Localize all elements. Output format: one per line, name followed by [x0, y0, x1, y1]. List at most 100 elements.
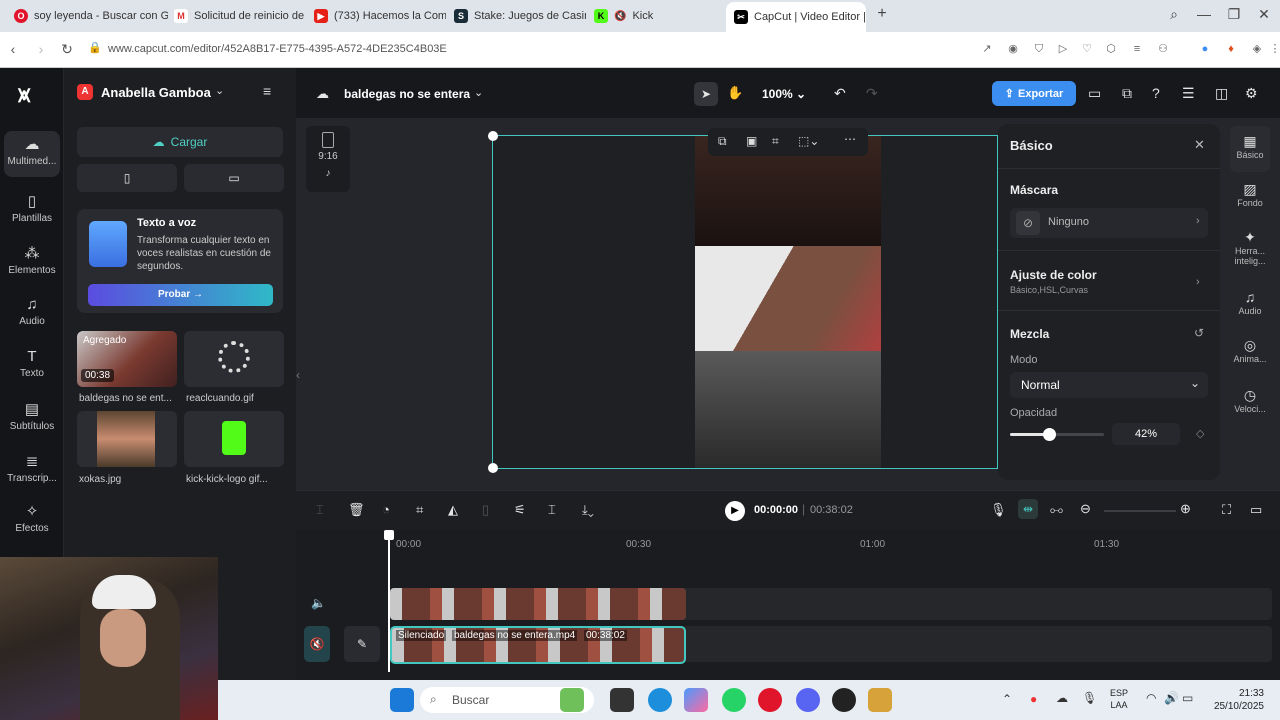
hand-tool-icon[interactable]: ✋: [727, 85, 743, 101]
layers-icon[interactable]: ☰: [1182, 85, 1195, 102]
edge-icon[interactable]: [648, 688, 672, 712]
redo-icon[interactable]: ↷: [866, 85, 878, 102]
resize-handle[interactable]: [488, 131, 498, 141]
new-tab-button[interactable]: +: [872, 5, 892, 23]
download-icon[interactable]: ⤓⌄: [582, 502, 594, 518]
browser-tab[interactable]: K 🔇 Kick: [586, 4, 724, 28]
opacity-input[interactable]: 42%: [1112, 423, 1180, 445]
more-options-icon[interactable]: ⋯: [844, 132, 856, 146]
opacity-slider-knob[interactable]: [1043, 428, 1057, 441]
muted-icon[interactable]: 🔇: [304, 626, 330, 662]
language-indicator[interactable]: ESP LAA: [1110, 687, 1128, 711]
restore-icon[interactable]: ❐: [1224, 6, 1244, 23]
nav-item-templates[interactable]: ▯ Plantillas: [0, 192, 64, 224]
shield-icon[interactable]: ⛉: [1032, 42, 1046, 56]
reset-icon[interactable]: ↺: [1194, 326, 1204, 340]
export-button[interactable]: ⇪ Exportar: [992, 81, 1076, 106]
back-icon[interactable]: ‹: [4, 41, 22, 57]
fit-timeline-icon[interactable]: ⛶: [1222, 502, 1231, 518]
clock[interactable]: 21:33 25/10/2025: [1208, 687, 1264, 713]
app-icon[interactable]: [868, 688, 892, 712]
browser-tab-active[interactable]: ✂ CapCut | Video Editor | All: [726, 2, 866, 32]
file-explorer-icon[interactable]: [610, 688, 634, 712]
media-settings-icon[interactable]: ⧉: [1122, 85, 1132, 102]
delete-icon[interactable]: 🗑: [348, 502, 365, 518]
record-screen-button[interactable]: ▭: [184, 164, 284, 192]
upload-button[interactable]: ☁ Cargar: [77, 127, 283, 157]
windows-start-icon[interactable]: [390, 688, 414, 712]
layout-icon[interactable]: ◫: [1215, 85, 1228, 102]
crop-icon[interactable]: ⌗: [772, 134, 779, 149]
zoom-slider[interactable]: [1104, 510, 1176, 512]
tab-speed[interactable]: ◷ Veloci...: [1228, 388, 1272, 414]
camera-icon[interactable]: ◉: [1006, 42, 1020, 56]
edit-icon[interactable]: ✎: [344, 626, 380, 662]
crop-icon[interactable]: ⌗: [416, 502, 423, 518]
tab-background[interactable]: ▨ Fondo: [1228, 182, 1272, 208]
split-icon[interactable]: ⌶: [316, 502, 324, 518]
obs-icon[interactable]: [832, 688, 856, 712]
promo-try-button[interactable]: Probar →: [88, 284, 273, 306]
widget-icon[interactable]: [560, 688, 584, 712]
tab-basic[interactable]: ▦ Básico: [1228, 134, 1272, 160]
link-icon[interactable]: ⧟: [1050, 502, 1063, 518]
box-icon[interactable]: ◈: [1250, 42, 1264, 56]
forward-icon[interactable]: ›: [32, 41, 50, 57]
close-icon[interactable]: ✕: [1194, 137, 1205, 153]
account-name[interactable]: Anabella Gamboa: [101, 85, 211, 100]
help-icon[interactable]: ?: [1152, 85, 1160, 101]
playhead-handle[interactable]: [384, 530, 394, 540]
mask-select[interactable]: ⊘ Ninguno ›: [1010, 208, 1208, 238]
copilot-icon[interactable]: [684, 688, 708, 712]
monitor-icon[interactable]: ▭: [1088, 85, 1101, 102]
caption-icon[interactable]: ▭: [1250, 502, 1262, 518]
zoom-select[interactable]: 100% ⌄: [762, 87, 806, 101]
nav-item-elements[interactable]: ⁂ Elementos: [0, 244, 64, 276]
zoom-in-icon[interactable]: ⊕: [1180, 501, 1191, 517]
color-adjust-label[interactable]: Ajuste de color: [1010, 268, 1097, 282]
discord-icon[interactable]: [796, 688, 820, 712]
heart-icon[interactable]: ♡: [1080, 42, 1094, 56]
chevron-right-icon[interactable]: ›: [1196, 276, 1200, 288]
opacity-slider[interactable]: [1010, 428, 1104, 441]
tab-smart-tools[interactable]: ✦ Herra... intelig...: [1228, 230, 1272, 266]
play-icon[interactable]: ▷: [1056, 42, 1070, 56]
fit-icon[interactable]: ▣: [746, 134, 757, 148]
nav-item-audio[interactable]: ♫ Audio: [0, 296, 64, 327]
close-window-icon[interactable]: ✕: [1254, 6, 1274, 23]
nav-item-media[interactable]: ☁ Multimed...: [4, 131, 60, 177]
collapse-panel-handle-icon[interactable]: ‹: [296, 368, 300, 382]
cube-icon[interactable]: ⬡: [1104, 42, 1118, 56]
select-tool-icon[interactable]: ➤: [694, 82, 718, 106]
browser-tab[interactable]: M Solicitud de reinicio de co: [166, 4, 306, 28]
wifi-icon[interactable]: ◠: [1146, 691, 1156, 705]
microphone-icon[interactable]: 🎙: [990, 502, 1007, 518]
aspect-ratio-selector[interactable]: 9:16 ♪: [306, 126, 350, 192]
mic-tray-icon[interactable]: 🎙: [1082, 691, 1097, 705]
minimize-icon[interactable]: —: [1194, 6, 1214, 22]
speaker-icon[interactable]: 🔊: [1164, 691, 1179, 705]
freeze-icon[interactable]: ▯: [482, 502, 489, 518]
more-icon[interactable]: ⋮: [1268, 42, 1280, 56]
extension-icon[interactable]: ●: [1198, 42, 1212, 56]
selected-timeline-clip[interactable]: Silenciado baldegas no se entera.mp4 00:…: [390, 626, 686, 664]
timeline-clip[interactable]: [390, 588, 686, 620]
chevron-down-icon[interactable]: ⌄: [215, 84, 224, 97]
phone-upload-button[interactable]: ▯: [77, 164, 177, 192]
reload-icon[interactable]: ↻: [58, 41, 76, 58]
tray-chevron-icon[interactable]: ⌃: [1002, 692, 1012, 706]
collapse-panel-icon[interactable]: ≡: [263, 83, 271, 99]
mask-icon[interactable]: ⬚⌄: [798, 134, 819, 148]
replace-icon[interactable]: ⧉: [718, 134, 727, 149]
battery-icon[interactable]: ▭: [1182, 691, 1193, 705]
tab-audio[interactable]: ♫ Audio: [1228, 290, 1272, 316]
whatsapp-icon[interactable]: [722, 688, 746, 712]
volume-icon[interactable]: 🔈: [311, 596, 326, 610]
media-thumb[interactable]: [184, 331, 284, 387]
nav-item-text[interactable]: T Texto: [0, 348, 64, 379]
settings-gear-icon[interactable]: ⚙: [1245, 85, 1258, 102]
video-preview[interactable]: [695, 136, 881, 468]
url-text[interactable]: www.capcut.com/editor/452A8B17-E775-4395…: [108, 43, 447, 55]
chevron-down-icon[interactable]: ⌄: [474, 86, 483, 99]
adjust-icon[interactable]: ⚟: [514, 502, 526, 518]
